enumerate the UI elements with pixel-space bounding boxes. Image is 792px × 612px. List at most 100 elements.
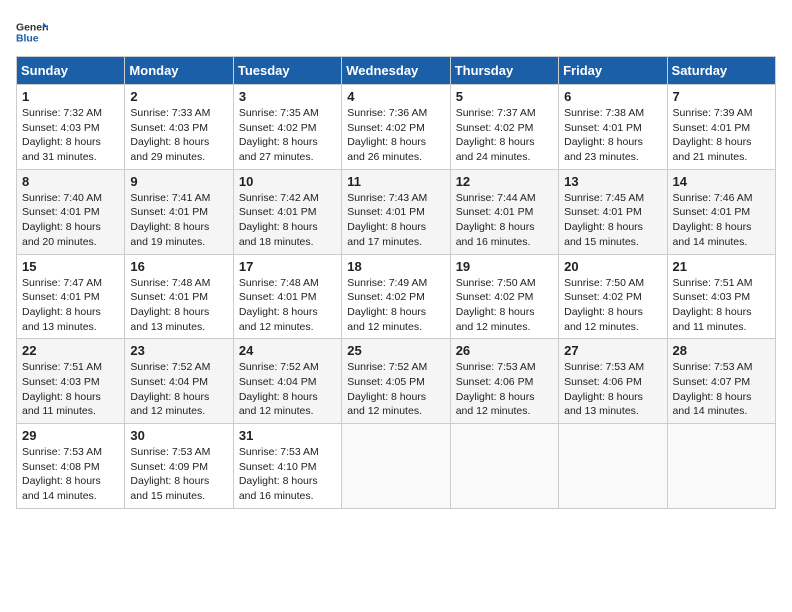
day-number: 14 [673,174,770,189]
sunrise: Sunrise: 7:53 AM [564,361,644,373]
day-number: 29 [22,428,119,443]
sunrise: Sunrise: 7:35 AM [239,107,319,119]
day-number: 7 [673,89,770,104]
sunrise: Sunrise: 7:52 AM [239,361,319,373]
sunset: Sunset: 4:10 PM [239,461,317,473]
sunrise: Sunrise: 7:36 AM [347,107,427,119]
cell-content: Sunrise: 7:44 AM Sunset: 4:01 PM Dayligh… [456,191,553,250]
sunset: Sunset: 4:06 PM [564,376,642,388]
sunrise: Sunrise: 7:53 AM [456,361,536,373]
day-number: 30 [130,428,227,443]
cell-content: Sunrise: 7:52 AM Sunset: 4:04 PM Dayligh… [239,360,336,419]
daylight: Daylight: 8 hours and 20 minutes. [22,221,101,248]
sunrise: Sunrise: 7:53 AM [130,446,210,458]
sunset: Sunset: 4:02 PM [347,122,425,134]
cell-content: Sunrise: 7:49 AM Sunset: 4:02 PM Dayligh… [347,276,444,335]
cell-content: Sunrise: 7:36 AM Sunset: 4:02 PM Dayligh… [347,106,444,165]
day-cell: 12 Sunrise: 7:44 AM Sunset: 4:01 PM Dayl… [450,169,558,254]
col-header-thursday: Thursday [450,57,558,85]
daylight: Daylight: 8 hours and 12 minutes. [347,306,426,333]
sunset: Sunset: 4:01 PM [456,206,534,218]
day-number: 19 [456,259,553,274]
daylight: Daylight: 8 hours and 15 minutes. [130,475,209,502]
day-cell: 24 Sunrise: 7:52 AM Sunset: 4:04 PM Dayl… [233,339,341,424]
cell-content: Sunrise: 7:45 AM Sunset: 4:01 PM Dayligh… [564,191,661,250]
daylight: Daylight: 8 hours and 12 minutes. [456,391,535,418]
daylight: Daylight: 8 hours and 29 minutes. [130,136,209,163]
cell-content: Sunrise: 7:41 AM Sunset: 4:01 PM Dayligh… [130,191,227,250]
sunset: Sunset: 4:01 PM [564,122,642,134]
day-cell: 7 Sunrise: 7:39 AM Sunset: 4:01 PM Dayli… [667,85,775,170]
day-number: 20 [564,259,661,274]
daylight: Daylight: 8 hours and 12 minutes. [347,391,426,418]
cell-content: Sunrise: 7:53 AM Sunset: 4:06 PM Dayligh… [456,360,553,419]
sunset: Sunset: 4:01 PM [564,206,642,218]
daylight: Daylight: 8 hours and 16 minutes. [456,221,535,248]
daylight: Daylight: 8 hours and 11 minutes. [673,306,752,333]
logo: General Blue [16,16,50,48]
day-number: 27 [564,343,661,358]
day-number: 22 [22,343,119,358]
daylight: Daylight: 8 hours and 14 minutes. [22,475,101,502]
sunrise: Sunrise: 7:52 AM [130,361,210,373]
cell-content: Sunrise: 7:48 AM Sunset: 4:01 PM Dayligh… [130,276,227,335]
sunrise: Sunrise: 7:48 AM [130,277,210,289]
sunrise: Sunrise: 7:43 AM [347,192,427,204]
day-number: 26 [456,343,553,358]
day-number: 28 [673,343,770,358]
sunrise: Sunrise: 7:51 AM [22,361,102,373]
day-cell: 2 Sunrise: 7:33 AM Sunset: 4:03 PM Dayli… [125,85,233,170]
sunrise: Sunrise: 7:45 AM [564,192,644,204]
daylight: Daylight: 8 hours and 14 minutes. [673,391,752,418]
cell-content: Sunrise: 7:38 AM Sunset: 4:01 PM Dayligh… [564,106,661,165]
day-cell: 16 Sunrise: 7:48 AM Sunset: 4:01 PM Dayl… [125,254,233,339]
week-row-4: 29 Sunrise: 7:53 AM Sunset: 4:08 PM Dayl… [17,424,776,509]
cell-content: Sunrise: 7:50 AM Sunset: 4:02 PM Dayligh… [564,276,661,335]
daylight: Daylight: 8 hours and 26 minutes. [347,136,426,163]
cell-content: Sunrise: 7:33 AM Sunset: 4:03 PM Dayligh… [130,106,227,165]
sunset: Sunset: 4:02 PM [239,122,317,134]
col-header-saturday: Saturday [667,57,775,85]
sunset: Sunset: 4:03 PM [22,122,100,134]
sunrise: Sunrise: 7:50 AM [564,277,644,289]
day-number: 12 [456,174,553,189]
day-number: 8 [22,174,119,189]
day-cell: 10 Sunrise: 7:42 AM Sunset: 4:01 PM Dayl… [233,169,341,254]
header-row: SundayMondayTuesdayWednesdayThursdayFrid… [17,57,776,85]
daylight: Daylight: 8 hours and 18 minutes. [239,221,318,248]
sunset: Sunset: 4:08 PM [22,461,100,473]
cell-content: Sunrise: 7:48 AM Sunset: 4:01 PM Dayligh… [239,276,336,335]
svg-text:Blue: Blue [16,34,39,45]
day-cell [342,424,450,509]
day-number: 25 [347,343,444,358]
day-cell: 21 Sunrise: 7:51 AM Sunset: 4:03 PM Dayl… [667,254,775,339]
day-number: 16 [130,259,227,274]
cell-content: Sunrise: 7:43 AM Sunset: 4:01 PM Dayligh… [347,191,444,250]
sunrise: Sunrise: 7:49 AM [347,277,427,289]
day-cell: 14 Sunrise: 7:46 AM Sunset: 4:01 PM Dayl… [667,169,775,254]
cell-content: Sunrise: 7:53 AM Sunset: 4:06 PM Dayligh… [564,360,661,419]
sunset: Sunset: 4:01 PM [239,206,317,218]
sunset: Sunset: 4:01 PM [22,291,100,303]
cell-content: Sunrise: 7:53 AM Sunset: 4:09 PM Dayligh… [130,445,227,504]
day-cell: 11 Sunrise: 7:43 AM Sunset: 4:01 PM Dayl… [342,169,450,254]
day-cell: 5 Sunrise: 7:37 AM Sunset: 4:02 PM Dayli… [450,85,558,170]
sunset: Sunset: 4:05 PM [347,376,425,388]
sunset: Sunset: 4:01 PM [22,206,100,218]
sunset: Sunset: 4:03 PM [673,291,751,303]
day-cell: 22 Sunrise: 7:51 AM Sunset: 4:03 PM Dayl… [17,339,125,424]
daylight: Daylight: 8 hours and 12 minutes. [239,306,318,333]
week-row-1: 8 Sunrise: 7:40 AM Sunset: 4:01 PM Dayli… [17,169,776,254]
daylight: Daylight: 8 hours and 31 minutes. [22,136,101,163]
daylight: Daylight: 8 hours and 23 minutes. [564,136,643,163]
sunset: Sunset: 4:02 PM [347,291,425,303]
sunset: Sunset: 4:01 PM [130,291,208,303]
day-cell: 29 Sunrise: 7:53 AM Sunset: 4:08 PM Dayl… [17,424,125,509]
daylight: Daylight: 8 hours and 13 minutes. [130,306,209,333]
day-number: 18 [347,259,444,274]
col-header-tuesday: Tuesday [233,57,341,85]
daylight: Daylight: 8 hours and 16 minutes. [239,475,318,502]
cell-content: Sunrise: 7:51 AM Sunset: 4:03 PM Dayligh… [22,360,119,419]
day-number: 24 [239,343,336,358]
daylight: Daylight: 8 hours and 12 minutes. [239,391,318,418]
